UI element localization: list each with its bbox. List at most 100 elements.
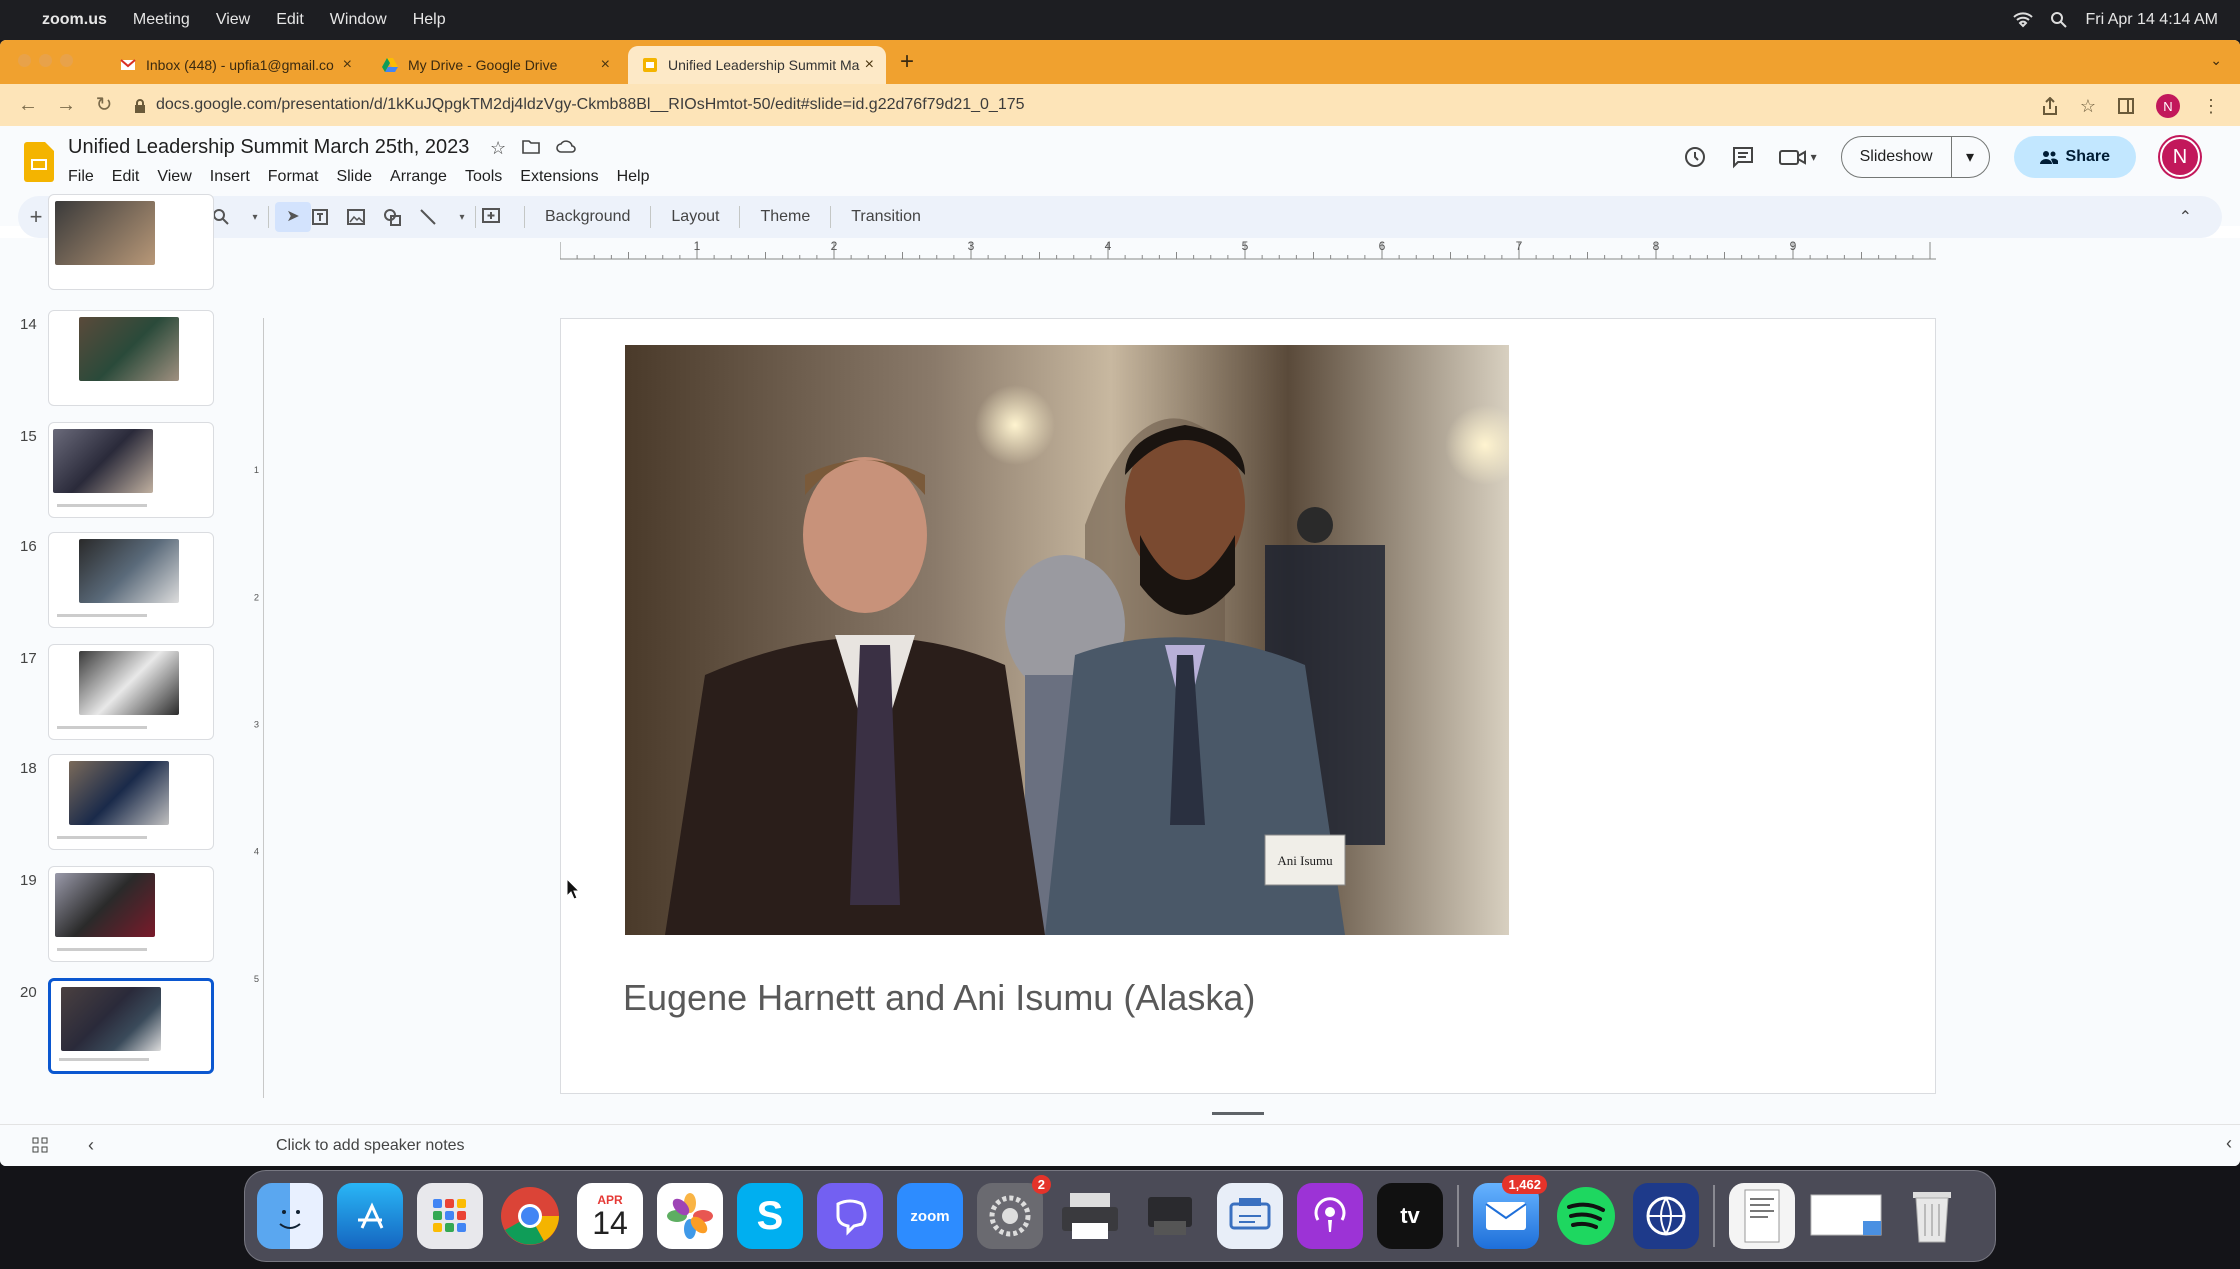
slide-thumbnail-selected[interactable] — [48, 978, 214, 1074]
expand-panel-icon[interactable]: ‹ — [2226, 1133, 2232, 1154]
thumbnail-row[interactable]: 18 — [0, 754, 230, 854]
cloud-status-icon[interactable] — [556, 138, 576, 159]
profile-avatar[interactable]: N — [2156, 94, 2180, 118]
menu-arrange[interactable]: Arrange — [390, 168, 447, 186]
account-avatar[interactable]: N — [2160, 137, 2200, 177]
chrome-icon[interactable] — [497, 1183, 563, 1249]
menubar-item-edit[interactable]: Edit — [276, 11, 304, 29]
zoom-dropdown-icon[interactable]: ▾ — [248, 212, 262, 223]
thumbnail-row[interactable]: 17 — [0, 644, 230, 744]
slide-thumbnail[interactable] — [48, 194, 214, 290]
menu-file[interactable]: File — [68, 168, 94, 186]
share-page-icon[interactable] — [2042, 97, 2058, 115]
finder-icon[interactable] — [257, 1183, 323, 1249]
slide-thumbnail[interactable] — [48, 310, 214, 406]
close-tab-icon[interactable]: × — [343, 56, 352, 74]
skype-icon[interactable]: S — [737, 1183, 803, 1249]
tab-list-chevron-icon[interactable]: ⌄ — [2210, 52, 2222, 69]
printer-icon[interactable] — [1137, 1183, 1203, 1249]
slide-filmstrip[interactable]: 14 15 16 17 18 19 20 — [0, 194, 230, 1118]
wifi-icon[interactable] — [2013, 12, 2034, 28]
slide-thumbnail[interactable] — [48, 532, 214, 628]
tab-google-drive[interactable]: My Drive - Google Drive × — [368, 46, 622, 84]
vertical-ruler[interactable]: 1 2 3 4 5 — [250, 318, 264, 1098]
notes-resize-handle[interactable] — [1212, 1112, 1264, 1115]
document-preview-icon[interactable] — [1729, 1183, 1795, 1249]
slideshow-dropdown-icon[interactable]: ▾ — [1950, 137, 1989, 177]
thumbnail-row[interactable]: 19 — [0, 866, 230, 966]
text-box-icon[interactable] — [311, 208, 347, 226]
menubar-clock[interactable]: Fri Apr 14 4:14 AM — [2085, 11, 2218, 29]
thumbnail-row[interactable]: 14 — [0, 310, 230, 410]
bookmark-star-icon[interactable]: ☆ — [2080, 96, 2096, 117]
trash-icon[interactable] — [1899, 1183, 1965, 1249]
version-history-icon[interactable] — [1683, 145, 1707, 169]
meet-video-icon[interactable]: ▾ — [1778, 147, 1817, 167]
screen-capture-icon[interactable] — [1809, 1183, 1885, 1249]
close-window-icon[interactable] — [18, 54, 31, 67]
star-icon[interactable]: ☆ — [490, 138, 506, 159]
menu-help[interactable]: Help — [617, 168, 650, 186]
photos-icon[interactable] — [657, 1183, 723, 1249]
menu-edit[interactable]: Edit — [112, 168, 140, 186]
thumbnail-row[interactable] — [0, 194, 230, 294]
slide-thumbnail[interactable] — [48, 754, 214, 850]
speaker-notes-placeholder[interactable]: Click to add speaker notes — [276, 1137, 465, 1155]
menubar-item-view[interactable]: View — [216, 11, 250, 29]
collapse-filmstrip-icon[interactable]: ‹ — [88, 1135, 94, 1156]
slide-canvas[interactable]: Ani Isumu Eugene Harnett and Ani Isumu (… — [560, 318, 1936, 1094]
slide-thumbnail[interactable] — [48, 866, 214, 962]
menubar-item-window[interactable]: Window — [330, 11, 387, 29]
thumbnail-row[interactable]: 15 — [0, 422, 230, 522]
background-button[interactable]: Background — [545, 208, 630, 226]
document-title[interactable]: Unified Leadership Summit March 25th, 20… — [68, 136, 469, 159]
comments-icon[interactable] — [1731, 145, 1755, 169]
app-store-icon[interactable] — [337, 1183, 403, 1249]
thumbnail-row-selected[interactable]: 20 — [0, 978, 230, 1078]
google-slides-logo-icon[interactable] — [24, 142, 54, 182]
move-folder-icon[interactable] — [522, 138, 540, 159]
close-tab-icon[interactable]: × — [865, 56, 874, 74]
url-field[interactable]: docs.google.com/presentation/d/1kKuJQpgk… — [130, 92, 2030, 118]
podcasts-icon[interactable] — [1297, 1183, 1363, 1249]
mail-icon[interactable]: 1,462 — [1473, 1175, 1547, 1249]
collapse-toolbar-icon[interactable]: ⌃ — [2179, 207, 2192, 227]
viber-icon[interactable] — [817, 1183, 883, 1249]
select-cursor-icon[interactable]: ➤ — [275, 202, 311, 232]
search-icon[interactable] — [2051, 12, 2068, 28]
slide-thumbnail[interactable] — [48, 644, 214, 740]
apple-tv-icon[interactable]: tv — [1377, 1183, 1443, 1249]
horizontal-ruler[interactable]: 1 2 3 4 5 6 7 8 9 — [560, 238, 1936, 260]
theme-button[interactable]: Theme — [760, 208, 810, 226]
menu-format[interactable]: Format — [268, 168, 319, 186]
back-icon[interactable]: ← — [18, 95, 38, 115]
vpn-app-icon[interactable] — [1633, 1183, 1699, 1249]
menubar-app-name[interactable]: zoom.us — [42, 11, 107, 29]
slide-thumbnail[interactable] — [48, 422, 214, 518]
add-comment-icon[interactable] — [482, 208, 518, 226]
thumbnail-row[interactable]: 16 — [0, 532, 230, 632]
line-icon[interactable] — [419, 208, 455, 226]
calendar-icon[interactable]: APR 14 — [577, 1183, 643, 1249]
menu-view[interactable]: View — [157, 168, 191, 186]
print-queue-icon[interactable] — [1217, 1183, 1283, 1249]
spotify-icon[interactable] — [1553, 1183, 1619, 1249]
layout-button[interactable]: Layout — [671, 208, 719, 226]
grid-view-icon[interactable] — [32, 1137, 48, 1153]
slideshow-button[interactable]: Slideshow ▾ — [1840, 136, 1990, 178]
menubar-item-help[interactable]: Help — [413, 11, 446, 29]
system-settings-icon[interactable]: 2 — [977, 1175, 1051, 1249]
browser-menu-icon[interactable]: ⋮ — [2202, 96, 2220, 117]
new-tab-icon[interactable]: + — [900, 48, 914, 76]
menu-slide[interactable]: Slide — [336, 168, 372, 186]
maximize-window-icon[interactable] — [60, 54, 73, 67]
transition-button[interactable]: Transition — [851, 208, 921, 226]
shape-icon[interactable] — [383, 208, 419, 226]
menu-insert[interactable]: Insert — [210, 168, 250, 186]
share-button[interactable]: Share — [2013, 136, 2136, 178]
menubar-item-meeting[interactable]: Meeting — [133, 11, 190, 29]
menu-extensions[interactable]: Extensions — [520, 168, 598, 186]
tab-google-slides[interactable]: Unified Leadership Summit Ma × — [628, 46, 886, 84]
side-panel-icon[interactable] — [2118, 98, 2134, 114]
insert-image-icon[interactable] — [347, 209, 383, 225]
